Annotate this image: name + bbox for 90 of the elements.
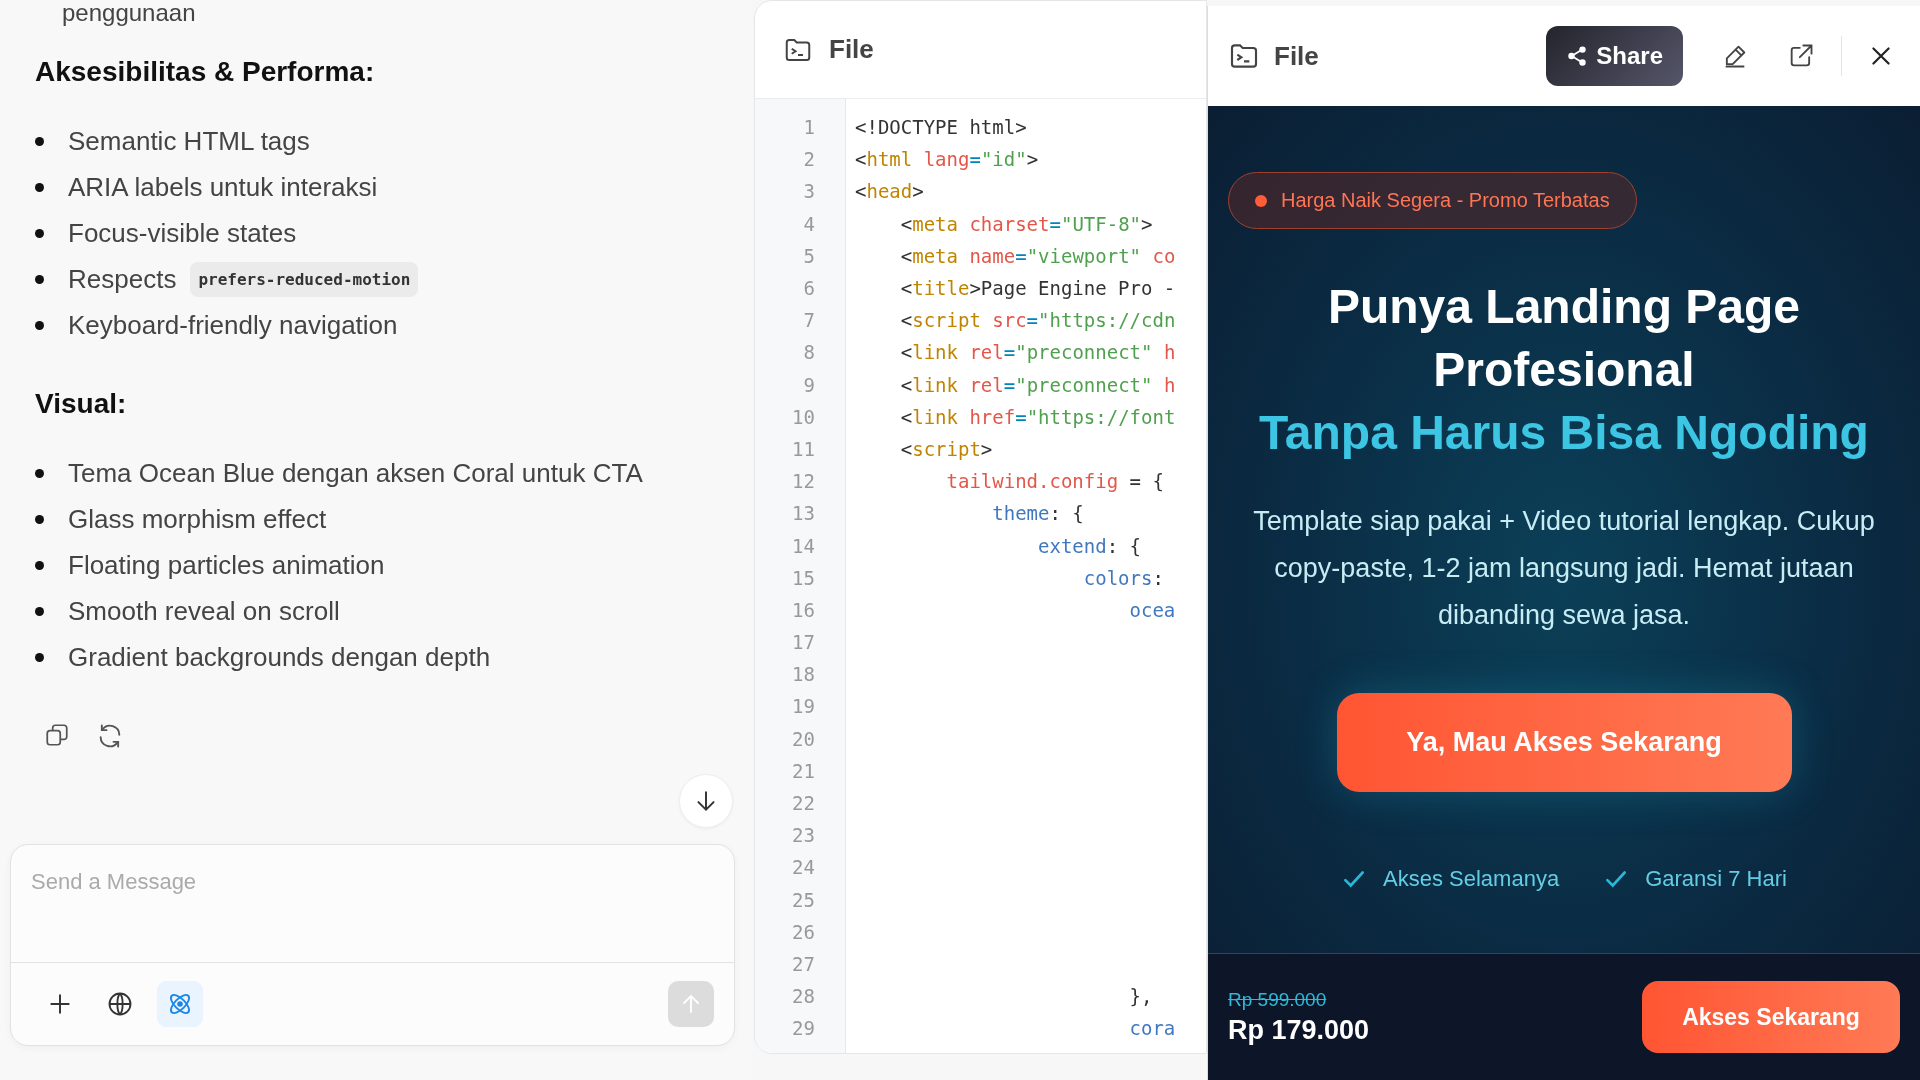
list-item-text: Focus-visible states [68, 217, 297, 249]
bullet-icon [35, 560, 44, 570]
panel-title: File [1274, 40, 1319, 72]
message-composer[interactable]: Send a Message [10, 844, 735, 1046]
line-number: 17 [791, 631, 815, 654]
list-item-text: Smooth reveal on scroll [68, 595, 340, 627]
cta-button[interactable]: Ya, Mau Akses Sekarang [1336, 693, 1792, 792]
message-text: penggunaan [61, 0, 197, 26]
code-line: cora [1128, 1017, 1176, 1040]
guarantee-text: Garansi 7 Hari [1645, 866, 1787, 892]
list-item-text: Semantic HTML tags [68, 125, 310, 157]
code-line: <link rel="preconnect" h [899, 373, 1176, 396]
line-number: 8 [802, 341, 815, 364]
share-icon [1566, 45, 1589, 67]
line-number: 28 [791, 985, 815, 1008]
bullet-icon [35, 274, 44, 284]
list-item-text: Respects [68, 263, 177, 295]
line-number: 10 [791, 405, 815, 428]
panel-title: File [829, 34, 874, 65]
line-number: 27 [791, 952, 815, 975]
bullet-icon [35, 320, 44, 330]
line-number: 20 [791, 727, 815, 750]
code-line: <link href="https://font [899, 405, 1176, 428]
line-number: 12 [791, 470, 815, 493]
code-line: ocea [1128, 598, 1176, 621]
line-number: 22 [791, 792, 815, 815]
buy-button[interactable]: Akses Sekarang [1642, 981, 1900, 1053]
line-number: 15 [791, 566, 815, 589]
bullet-icon [35, 182, 44, 192]
share-button[interactable]: Share [1546, 26, 1683, 86]
line-number: 16 [791, 598, 815, 621]
line-number: 14 [791, 534, 815, 557]
line-number: 24 [791, 856, 815, 879]
line-number: 3 [802, 180, 815, 203]
code-line: }, [1128, 985, 1153, 1008]
bullet-icon [35, 468, 44, 478]
line-number: 11 [791, 437, 815, 460]
bullet-icon [35, 228, 44, 238]
line-number: 19 [791, 695, 815, 718]
line-number: 6 [802, 277, 815, 300]
line-number: 25 [791, 888, 815, 911]
code-line: <title>Page Engine Pro - [899, 277, 1176, 300]
list-item-text: Gradient backgrounds dengan depth [68, 641, 491, 673]
line-number: 29 [791, 1017, 815, 1040]
code-line: <head> [855, 180, 924, 203]
line-number: 21 [791, 759, 815, 782]
line-number: 23 [791, 824, 815, 847]
section-heading: Visual: [35, 388, 128, 420]
headline: Punya Landing Page Profesional Tanpa Harus Bisa Ngoding [1259, 279, 1869, 461]
line-number: 9 [802, 373, 815, 396]
list-item-text: Keyboard-friendly navigation [68, 309, 398, 341]
section-heading: Aksesibilitas & Performa: [35, 56, 376, 88]
bullet-icon [35, 652, 44, 662]
list-item-text: Tema Ocean Blue dengan aksen Coral untuk CTA [68, 457, 643, 489]
code-line: <meta charset="UTF-8"> [899, 212, 1153, 235]
code-line: colors: [1082, 566, 1164, 589]
globe-icon [106, 990, 134, 1018]
code-line: <meta name="viewport" co [899, 244, 1176, 267]
scroll-down-button[interactable] [679, 774, 733, 828]
atom-button[interactable] [157, 981, 203, 1027]
line-number: 5 [802, 244, 815, 267]
line-number: 13 [791, 502, 815, 525]
code-line: <script src="https://cdn [899, 309, 1176, 332]
status-dot-icon [1255, 194, 1267, 207]
line-number: 2 [802, 148, 815, 171]
inline-code: prefers-reduced-motion [190, 261, 419, 297]
code-line: tailwind.config = { [945, 470, 1164, 493]
old-price: Rp 599.000 [1228, 988, 1328, 1011]
list-item-text: Floating particles animation [68, 549, 385, 581]
bullet-icon [35, 136, 44, 146]
code-line: <html lang="id"> [855, 148, 1039, 171]
bullet-icon [35, 514, 44, 524]
line-number: 18 [791, 663, 815, 686]
code-line: <link rel="preconnect" h [899, 341, 1176, 364]
line-number: 1 [802, 116, 815, 139]
message-input[interactable]: Send a Message [11, 845, 734, 963]
line-number: 7 [802, 309, 815, 332]
price: Rp 179.000 [1228, 1014, 1371, 1046]
code-line: <script> [899, 437, 993, 460]
bullet-icon [35, 606, 44, 616]
list-item-text: ARIA labels untuk interaksi [68, 171, 378, 203]
badge-text: Harga Naik Segera - Promo Terbatas [1281, 189, 1610, 212]
subtitle: Template siap pakai + Video tutorial lengkap. Cukup copy-paste, 1-2 jam langsung jadi. Hemat jutaan dibanding sewa jasa. [1252, 505, 1876, 632]
guarantee-text: Akses Selamanya [1383, 866, 1560, 892]
code-line: <!DOCTYPE html> [855, 116, 1027, 139]
list-item-text: Glass morphism effect [68, 503, 327, 535]
code-line: extend: { [1037, 534, 1141, 557]
line-number: 26 [791, 920, 815, 943]
line-number: 4 [802, 212, 815, 235]
code-line: theme: { [991, 502, 1084, 525]
